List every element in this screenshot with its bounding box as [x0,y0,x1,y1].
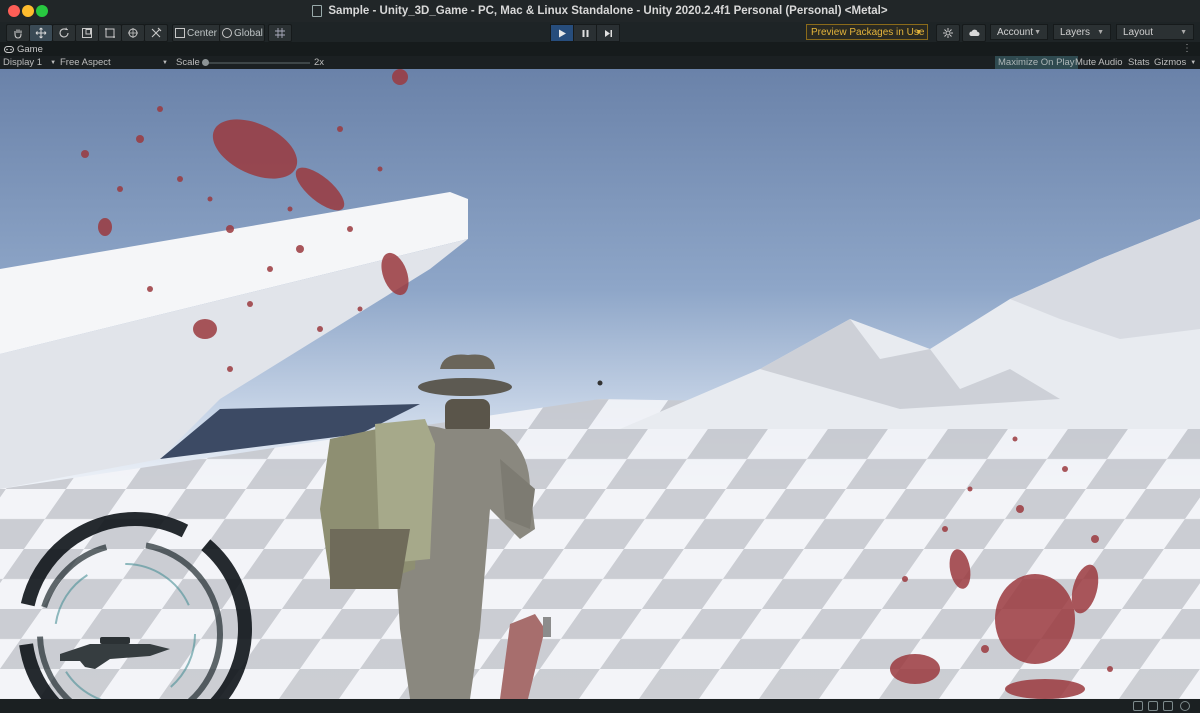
scale-slider-handle[interactable] [202,59,209,66]
document-icon [312,5,323,17]
gamepad-icon [4,45,14,53]
pivot-rotation-button[interactable]: Global [219,24,265,42]
pause-icon [582,29,588,37]
grid-snap-button[interactable] [268,24,292,42]
preview-packages-label: Preview Packages in Use [811,26,925,38]
chevron-down-icon: ▼ [1097,29,1104,36]
collab-icon [943,28,953,38]
aspect-dropdown[interactable]: Free Aspect ▼ [60,56,168,69]
scale-label: Scale [176,57,200,68]
move-icon [35,27,47,39]
transform-tool-button[interactable] [121,24,145,42]
cloud-button[interactable] [962,24,986,42]
hand-icon [14,29,22,39]
tab-game-label: Game [17,43,43,55]
rect-tool-button[interactable] [98,24,122,42]
scale-slider-track[interactable] [206,62,310,64]
game-scene [0,69,1200,699]
window-title: Sample - Unity_3D_Game - PC, Mac & Linux… [328,5,888,17]
game-viewport[interactable] [0,69,1200,699]
database-icon[interactable] [1148,701,1158,711]
pivot-rotation-label: Global [234,27,263,39]
pivot-center-icon [175,28,185,38]
gizmos-label: Gizmos [1154,57,1187,68]
scale-icon [82,28,92,38]
chevron-down-icon: ▼ [162,59,168,66]
main-toolbar: Center Global Preview Packages in Use ▼ … [0,22,1200,42]
account-dropdown[interactable]: Account ▼ [990,24,1048,40]
mute-audio-toggle[interactable]: Mute Audio [1075,56,1123,69]
cloud-icon [969,29,980,36]
layout-dropdown[interactable]: Layout ▼ [1116,24,1194,40]
play-icon [558,29,566,37]
chevron-down-icon: ▼ [1190,59,1197,66]
chevron-down-icon: ▼ [50,59,57,66]
title-bar: Sample - Unity_3D_Game - PC, Mac & Linux… [0,0,1200,23]
pivot-mode-button[interactable]: Center [172,24,222,42]
rotate-icon [59,27,69,38]
step-icon [604,29,612,37]
maximize-on-play-label: Maximize On Play [998,57,1075,68]
aspect-label: Free Aspect [60,57,111,68]
display-dropdown[interactable]: Display 1 ▼ [3,56,56,69]
globe-icon [222,28,232,38]
game-tab-bar: Game ⋮ [0,42,1200,56]
hand-tool-button[interactable] [6,24,30,42]
progress-icon[interactable] [1133,701,1143,711]
chevron-down-icon: ▼ [1034,29,1041,36]
layers-label: Layers [1060,26,1091,38]
display-label: Display 1 [3,57,43,68]
move-tool-button[interactable] [29,24,53,42]
collab-button[interactable] [936,24,960,42]
maximize-on-play-toggle[interactable]: Maximize On Play [995,56,1078,69]
pause-button[interactable] [573,24,597,42]
layers-dropdown[interactable]: Layers ▼ [1053,24,1111,40]
scale-value: 2x [314,57,325,68]
layout-label: Layout [1123,26,1154,38]
status-bar [0,699,1200,713]
chevron-down-icon: ▼ [915,29,922,36]
custom-tool-icon [151,27,162,38]
account-label: Account [997,26,1034,38]
chevron-down-icon: ▼ [1180,29,1187,36]
game-view-toolbar: Display 1 ▼ Free Aspect ▼ Scale 2x Maxim… [0,56,1200,69]
check-icon[interactable] [1180,701,1190,711]
gizmos-dropdown[interactable]: Gizmos ▼ [1154,56,1196,69]
custom-tool-button[interactable] [144,24,168,42]
crosshair [597,380,603,386]
play-button[interactable] [550,24,574,42]
stats-toggle[interactable]: Stats [1128,56,1150,69]
tab-game[interactable]: Game [4,42,43,56]
step-button[interactable] [596,24,620,42]
scale-tool-button[interactable] [75,24,99,42]
network-icon[interactable] [1163,701,1173,711]
grid-snap-icon [275,28,285,38]
transform-icon [128,28,138,38]
preview-packages-button[interactable]: Preview Packages in Use ▼ [806,24,928,40]
more-options-icon[interactable]: ⋮ [1182,43,1192,54]
rect-icon [105,28,115,38]
pivot-mode-label: Center [187,27,218,39]
rotate-tool-button[interactable] [52,24,76,42]
